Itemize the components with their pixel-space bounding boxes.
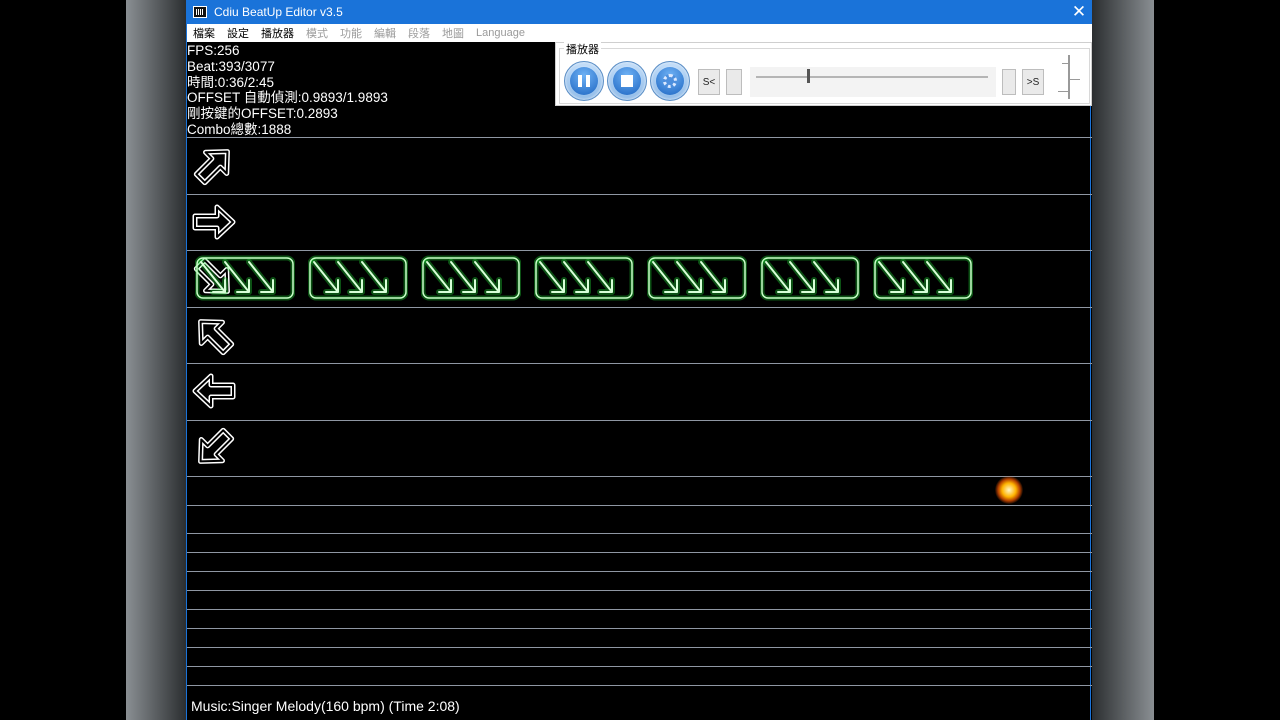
- grid-line: [187, 571, 1092, 572]
- note-lanes[interactable]: [187, 0, 1092, 720]
- grid-line: [187, 628, 1092, 629]
- lane-divider: [187, 306, 1092, 308]
- beat-note[interactable]: [759, 254, 861, 302]
- arrow-up-left-icon: [191, 312, 237, 358]
- editor-window: Cdiu BeatUp Editor v3.5 ✕ 檔案 設定 播放器 模式 功…: [186, 0, 1092, 720]
- hit-spark: [995, 476, 1023, 504]
- lane-divider: [187, 250, 1092, 251]
- grid-line: [187, 666, 1092, 667]
- grid-line: [187, 685, 1092, 686]
- arrow-down-left-icon: [191, 425, 237, 471]
- lane-divider: [187, 363, 1092, 364]
- arrow-right-icon: [191, 199, 237, 245]
- beat-note[interactable]: [533, 254, 635, 302]
- grid-line: [187, 609, 1092, 610]
- beat-note[interactable]: [194, 254, 296, 302]
- beat-note[interactable]: [872, 254, 974, 302]
- grid-line: [187, 647, 1092, 648]
- music-info: Music:Singer Melody(160 bpm) (Time 2:08): [191, 698, 460, 714]
- beat-note[interactable]: [307, 254, 409, 302]
- grid-line: [187, 505, 1092, 506]
- lane-divider: [187, 193, 1092, 195]
- arrow-left-icon: [191, 368, 237, 414]
- beat-note[interactable]: [420, 254, 522, 302]
- grid-line: [187, 552, 1092, 553]
- video-side-bar-right: [1092, 0, 1154, 720]
- grid-line: [187, 533, 1092, 534]
- lane-divider: [187, 419, 1092, 421]
- beat-note[interactable]: [646, 254, 748, 302]
- lane-divider: [187, 137, 1092, 138]
- video-side-bar-left: [126, 0, 186, 720]
- grid-line: [187, 590, 1092, 591]
- lane-divider: [187, 476, 1092, 477]
- arrow-up-right-icon: [191, 142, 237, 188]
